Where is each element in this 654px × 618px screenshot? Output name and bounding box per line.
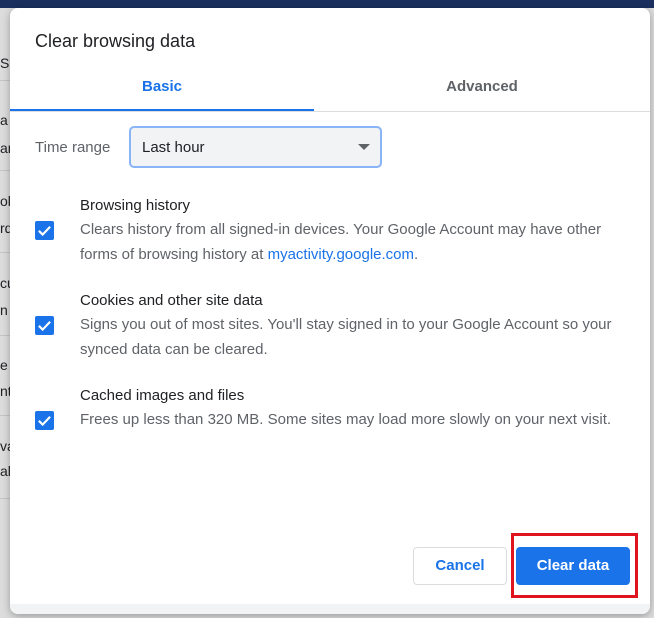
dialog-title: Clear browsing data <box>35 31 196 51</box>
cached-images-description: Frees up less than 320 MB. Some sites ma… <box>80 411 612 428</box>
myactivity-link[interactable]: myactivity.google.com <box>268 246 414 263</box>
tab-divider <box>10 111 650 112</box>
cookies-description: Signs you out of most sites. You'll stay… <box>80 316 612 358</box>
browsing-history-checkbox[interactable] <box>35 221 54 240</box>
cached-images-checkbox[interactable] <box>35 411 54 430</box>
cookies-title: Cookies and other site data <box>80 292 263 309</box>
time-range-select[interactable]: Last hour <box>129 126 382 168</box>
checkmark-icon <box>38 321 51 332</box>
checkmark-icon <box>38 226 51 237</box>
cookies-checkbox[interactable] <box>35 316 54 335</box>
time-range-label: Time range <box>35 139 111 156</box>
browsing-history-title: Browsing history <box>80 197 191 214</box>
cached-images-title: Cached images and files <box>80 387 245 404</box>
cancel-button[interactable]: Cancel <box>413 547 507 585</box>
clear-data-button[interactable]: Clear data <box>516 547 630 585</box>
time-range-value: Last hour <box>142 139 205 156</box>
dialog-footer <box>10 604 650 614</box>
browsing-history-description: Clears history from all signed-in device… <box>80 217 640 267</box>
browsing-history-desc-end: . <box>414 246 419 263</box>
browser-top-bar <box>0 0 654 8</box>
dropdown-arrow-icon <box>358 144 370 150</box>
clear-browsing-data-dialog: Clear browsing data Basic Advanced Time … <box>10 8 650 614</box>
tab-advanced[interactable]: Advanced <box>330 78 634 114</box>
checkmark-icon <box>38 416 51 427</box>
